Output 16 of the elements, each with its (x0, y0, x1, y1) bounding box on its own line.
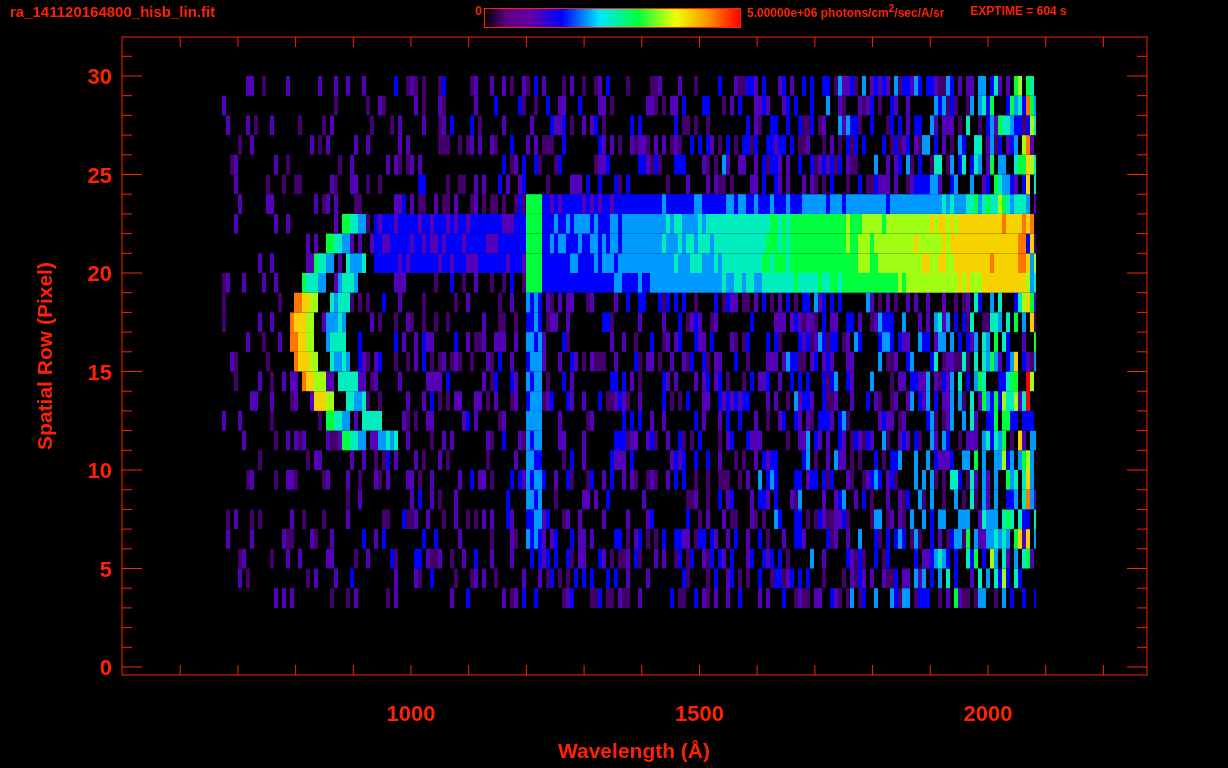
x-axis-title: Wavelength (Å) (557, 739, 711, 762)
y-axis-title: Spatial Row (Pixel) (33, 262, 56, 450)
colorbar-min-label: 0 (474, 4, 482, 18)
y-tick-label: 10 (87, 458, 112, 483)
y-tick-label: 20 (87, 261, 112, 286)
y-tick-label: 30 (87, 64, 112, 89)
exposure-label: EXPTIME = 604 s (970, 4, 1067, 18)
colorbar-max-label: 5.00000e+06 photons/cm$^{2}$/sec/A/sr (747, 2, 945, 20)
x-tick-label: 1500 (675, 701, 724, 726)
y-tick-label: 15 (87, 359, 112, 385)
x-tick-label: 2000 (963, 701, 1013, 726)
y-tick-label: 5 (99, 556, 112, 582)
plot-title: ra_141120164800_hisb_lin.fit (10, 2, 217, 20)
y-tick-label: 0 (99, 655, 112, 680)
x-tick-label: 1000 (386, 701, 436, 726)
y-tick-label: 25 (87, 162, 112, 188)
